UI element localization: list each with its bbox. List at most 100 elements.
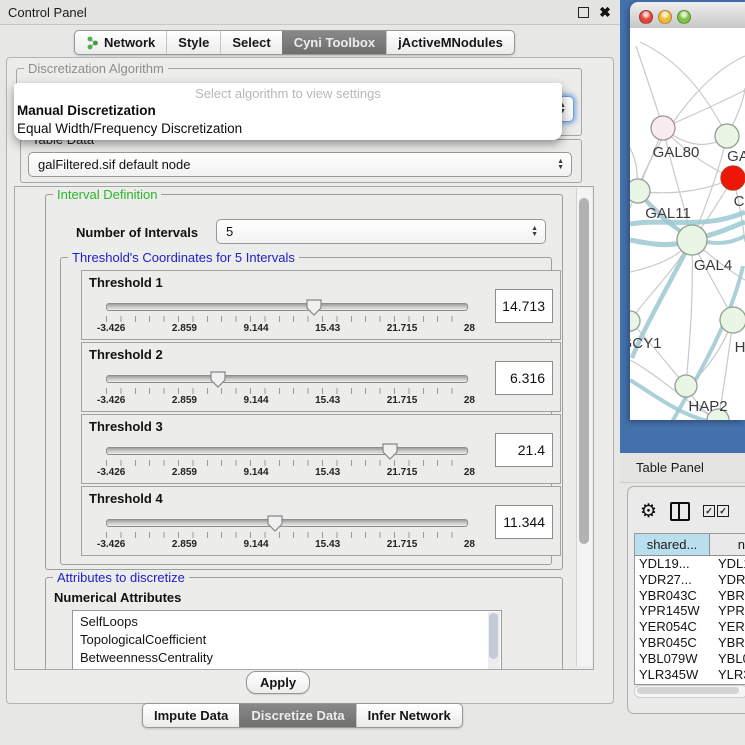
table-row[interactable]: YDL19...YDL1 bbox=[635, 556, 745, 572]
table-row[interactable]: YBL079WYBL0 bbox=[635, 651, 745, 667]
threshold-slider[interactable]: -3.4262.8599.14415.4321.71528 bbox=[106, 375, 466, 405]
cell-shared-name[interactable]: YLR345W bbox=[635, 667, 713, 683]
slider-track[interactable] bbox=[106, 375, 468, 383]
numerical-attributes-list[interactable]: SelfLoopsTopologicalCoefficientBetweenne… bbox=[72, 610, 502, 670]
attribute-item-topologicalcoefficient[interactable]: TopologicalCoefficient bbox=[73, 631, 501, 649]
network-node-gal80[interactable] bbox=[651, 116, 675, 140]
tab-infer-network[interactable]: Infer Network bbox=[356, 704, 462, 727]
scrollbar-thumb[interactable] bbox=[637, 687, 739, 694]
network-canvas[interactable]: GAL80GACGAL11GAL4GCY1HHAP2 bbox=[630, 28, 745, 420]
threshold-label: Threshold 4 bbox=[89, 491, 163, 506]
network-window-titlebar[interactable] bbox=[630, 2, 745, 29]
tab-cyni-toolbox[interactable]: Cyni Toolbox bbox=[282, 31, 386, 54]
cell-name[interactable]: YBL0 bbox=[713, 651, 745, 667]
network-node-c[interactable] bbox=[721, 166, 745, 190]
table-row[interactable]: YDR27...YDR2 bbox=[635, 572, 745, 588]
network-edge[interactable] bbox=[638, 178, 733, 193]
table-toolbar: ⚙ ✓ ✓ bbox=[628, 493, 745, 529]
table-panel-titlebar: Table Panel bbox=[620, 453, 745, 483]
threshold-panel: Threshold 2 -3.4262.8599.14415.4321.7152… bbox=[81, 342, 561, 412]
cell-name[interactable]: YBR0 bbox=[713, 588, 745, 604]
tab-select[interactable]: Select bbox=[220, 31, 281, 54]
vertical-scrollbar[interactable] bbox=[576, 188, 592, 666]
checkbox-icon[interactable]: ✓ bbox=[717, 505, 729, 517]
node-label-ga: GA bbox=[727, 148, 745, 165]
table-row[interactable]: YPR145WYPR1 bbox=[635, 603, 745, 619]
table-row[interactable]: YBR043CYBR0 bbox=[635, 588, 745, 604]
network-node-hap2[interactable] bbox=[675, 375, 697, 397]
network-edge[interactable] bbox=[663, 90, 745, 128]
dropdown-option-manual-discretization[interactable]: Manual Discretization bbox=[14, 102, 562, 120]
num-intervals-label: Number of Intervals bbox=[76, 225, 198, 240]
table-header[interactable]: shared... n bbox=[635, 534, 745, 556]
network-node-h[interactable] bbox=[720, 307, 745, 333]
table-data-combobox[interactable]: galFiltered.sif default node ▲▼ bbox=[28, 152, 572, 177]
tick-label: 21.715 bbox=[387, 539, 418, 550]
slider-track[interactable] bbox=[106, 447, 468, 455]
scrollbar-thumb[interactable] bbox=[579, 198, 589, 544]
slider-tick-labels: -3.4262.8599.14415.4321.71528 bbox=[97, 395, 475, 406]
slider-thumb[interactable] bbox=[210, 371, 226, 388]
attribute-item-betweennesscentrality[interactable]: BetweennessCentrality bbox=[73, 649, 501, 667]
list-scrollbar[interactable] bbox=[488, 612, 500, 670]
split-columns-icon[interactable] bbox=[670, 502, 690, 521]
slider-thumb[interactable] bbox=[306, 299, 322, 316]
network-edge[interactable] bbox=[636, 46, 663, 128]
cell-name[interactable]: YBR0 bbox=[713, 635, 745, 651]
num-intervals-combobox[interactable]: 5 ▲▼ bbox=[216, 219, 546, 244]
attribute-item-selfloops[interactable]: SelfLoops bbox=[73, 613, 501, 631]
cell-name[interactable]: YLR3 bbox=[713, 667, 745, 683]
threshold-value-field[interactable]: 11.344 bbox=[495, 505, 553, 539]
float-window-icon[interactable] bbox=[576, 5, 590, 19]
threshold-label: Threshold 3 bbox=[89, 419, 163, 434]
node-attribute-table[interactable]: shared... n YDL19...YDL1YDR27...YDR2YBR0… bbox=[634, 533, 745, 685]
threshold-value-field[interactable]: 14.713 bbox=[495, 289, 553, 323]
zoom-light[interactable] bbox=[677, 10, 691, 24]
cell-shared-name[interactable]: YER054C bbox=[635, 619, 713, 635]
network-node-gal4[interactable] bbox=[677, 225, 707, 255]
tab-jactivemnodules[interactable]: jActiveMNodules bbox=[386, 31, 514, 54]
table-row[interactable]: YLR345WYLR3 bbox=[635, 667, 745, 683]
tab-discretize-data[interactable]: Discretize Data bbox=[239, 704, 355, 727]
cell-name[interactable]: YDR2 bbox=[713, 572, 745, 588]
cell-name[interactable]: YER0 bbox=[713, 619, 745, 635]
tab-impute-data[interactable]: Impute Data bbox=[143, 704, 239, 727]
cell-shared-name[interactable]: YDR27... bbox=[635, 572, 713, 588]
horizontal-scrollbar[interactable] bbox=[634, 685, 745, 698]
slider-track[interactable] bbox=[106, 519, 468, 527]
minimize-light[interactable] bbox=[658, 10, 672, 24]
cell-shared-name[interactable]: YDL19... bbox=[635, 556, 713, 572]
cell-name[interactable]: YPR1 bbox=[713, 603, 745, 619]
tab-network[interactable]: Network bbox=[75, 31, 166, 54]
threshold-slider[interactable]: -3.4262.8599.14415.4321.71528 bbox=[106, 447, 466, 477]
threshold-value-field[interactable]: 21.4 bbox=[495, 433, 553, 467]
threshold-value-field[interactable]: 6.316 bbox=[495, 361, 553, 395]
close-icon[interactable]: ✖ bbox=[598, 5, 612, 19]
close-light[interactable] bbox=[639, 10, 653, 24]
apply-button[interactable]: Apply bbox=[246, 671, 310, 694]
network-edge[interactable] bbox=[686, 240, 692, 386]
dropdown-option-equal-width-frequency-discretization[interactable]: Equal Width/Frequency Discretization bbox=[14, 120, 562, 138]
cell-shared-name[interactable]: YBR045C bbox=[635, 635, 713, 651]
cell-shared-name[interactable]: YPR145W bbox=[635, 603, 713, 619]
cell-shared-name[interactable]: YBR043C bbox=[635, 588, 713, 604]
threshold-slider[interactable]: -3.4262.8599.14415.4321.71528 bbox=[106, 303, 466, 333]
checkbox-icon[interactable]: ✓ bbox=[703, 505, 715, 517]
threshold-slider[interactable]: -3.4262.8599.14415.4321.71528 bbox=[106, 519, 466, 549]
slider-thumb[interactable] bbox=[382, 443, 398, 460]
network-node-ga[interactable] bbox=[715, 124, 739, 148]
network-node-gcy1[interactable] bbox=[630, 311, 640, 331]
table-row[interactable]: YER054CYER0 bbox=[635, 619, 745, 635]
slider-track[interactable] bbox=[106, 303, 468, 311]
network-edge[interactable] bbox=[630, 321, 686, 386]
network-node-gal11[interactable] bbox=[630, 179, 650, 203]
gear-icon[interactable]: ⚙ bbox=[640, 502, 657, 521]
column-header[interactable]: shared... bbox=[635, 534, 710, 555]
network-window[interactable]: GAL80GACGAL11GAL4GCY1HHAP2 bbox=[630, 2, 745, 420]
cell-name[interactable]: YDL1 bbox=[713, 556, 745, 572]
slider-thumb[interactable] bbox=[267, 515, 283, 532]
table-row[interactable]: YBR045CYBR0 bbox=[635, 635, 745, 651]
tab-style[interactable]: Style bbox=[166, 31, 220, 54]
column-header[interactable]: n bbox=[710, 534, 745, 555]
cell-shared-name[interactable]: YBL079W bbox=[635, 651, 713, 667]
